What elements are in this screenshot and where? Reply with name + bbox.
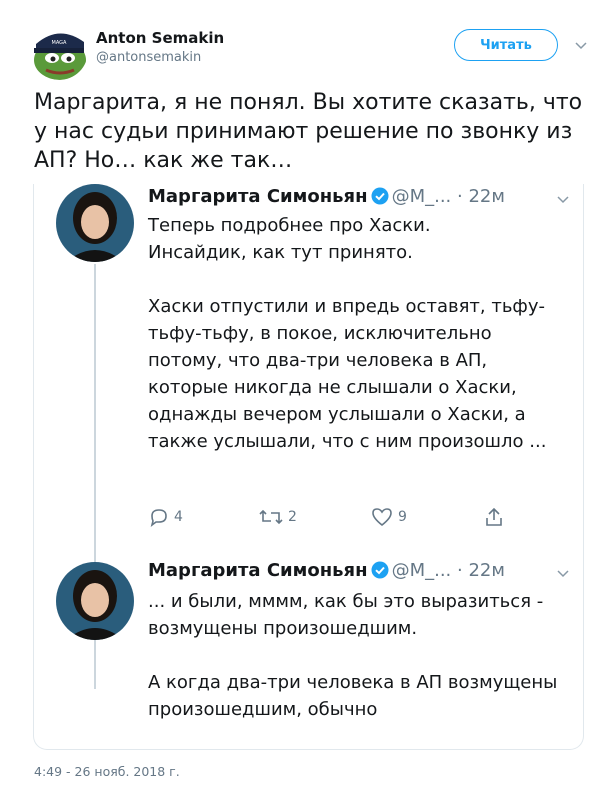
chevron-down-icon[interactable] [556,566,570,580]
quoted-author-name[interactable]: Маргарита Симоньян [148,186,368,207]
heart-icon [372,508,392,527]
share-button[interactable] [483,506,505,528]
quoted-tweet-header: Маргарита Симоньян @М_... · 22м [148,186,505,207]
quoted-author-handle[interactable]: @М_... [392,186,452,207]
svg-text:MAGA: MAGA [52,40,68,46]
quoted-tweet-time[interactable]: · 22м [457,560,505,581]
chevron-down-icon[interactable] [574,38,588,52]
quoted-author-avatar[interactable] [56,184,134,262]
retweet-icon [259,509,283,525]
reply-icon [150,509,167,527]
quoted-author-handle[interactable]: @М_... [392,560,452,581]
like-count: 9 [398,509,407,525]
retweet-button[interactable]: 2 [258,506,297,528]
author-name[interactable]: Anton Semakin [96,29,224,47]
tweet-actions: 4 2 9 [148,506,508,530]
like-button[interactable]: 9 [370,506,407,528]
reply-count: 4 [174,509,183,525]
quoted-author-avatar[interactable] [56,562,134,640]
chevron-down-icon[interactable] [556,192,570,206]
tweet-text: Маргарита, я не понял. Вы хотите сказать… [34,90,583,173]
quoted-tweet-time[interactable]: · 22м [457,186,505,207]
tweet-timestamp[interactable]: 4:49 - 26 нояб. 2018 г. [34,764,180,779]
quoted-tweet-card[interactable]: Маргарита Симоньян @М_... · 22м Теперь по… [33,184,584,750]
retweet-count: 2 [288,509,297,525]
tweet-author: MAGA Anton Semakin @antonsemakin Читать [0,0,613,90]
share-icon [486,507,502,526]
author-handle[interactable]: @antonsemakin [96,50,201,65]
quoted-tweet-text: Теперь подробнее про Хаски. Инсайдик, ка… [148,215,547,452]
quoted-tweet-header: Маргарита Симоньян @М_... · 22м [148,560,505,581]
author-avatar[interactable]: MAGA [30,22,88,80]
follow-button[interactable]: Читать [454,29,558,61]
reply-button[interactable]: 4 [148,506,183,528]
quoted-tweet-text: ... и были, мммм, как бы это выразиться … [148,591,558,720]
quoted-author-name[interactable]: Маргарита Симоньян [148,560,368,581]
verified-badge-icon [371,561,389,579]
verified-badge-icon [371,187,389,205]
